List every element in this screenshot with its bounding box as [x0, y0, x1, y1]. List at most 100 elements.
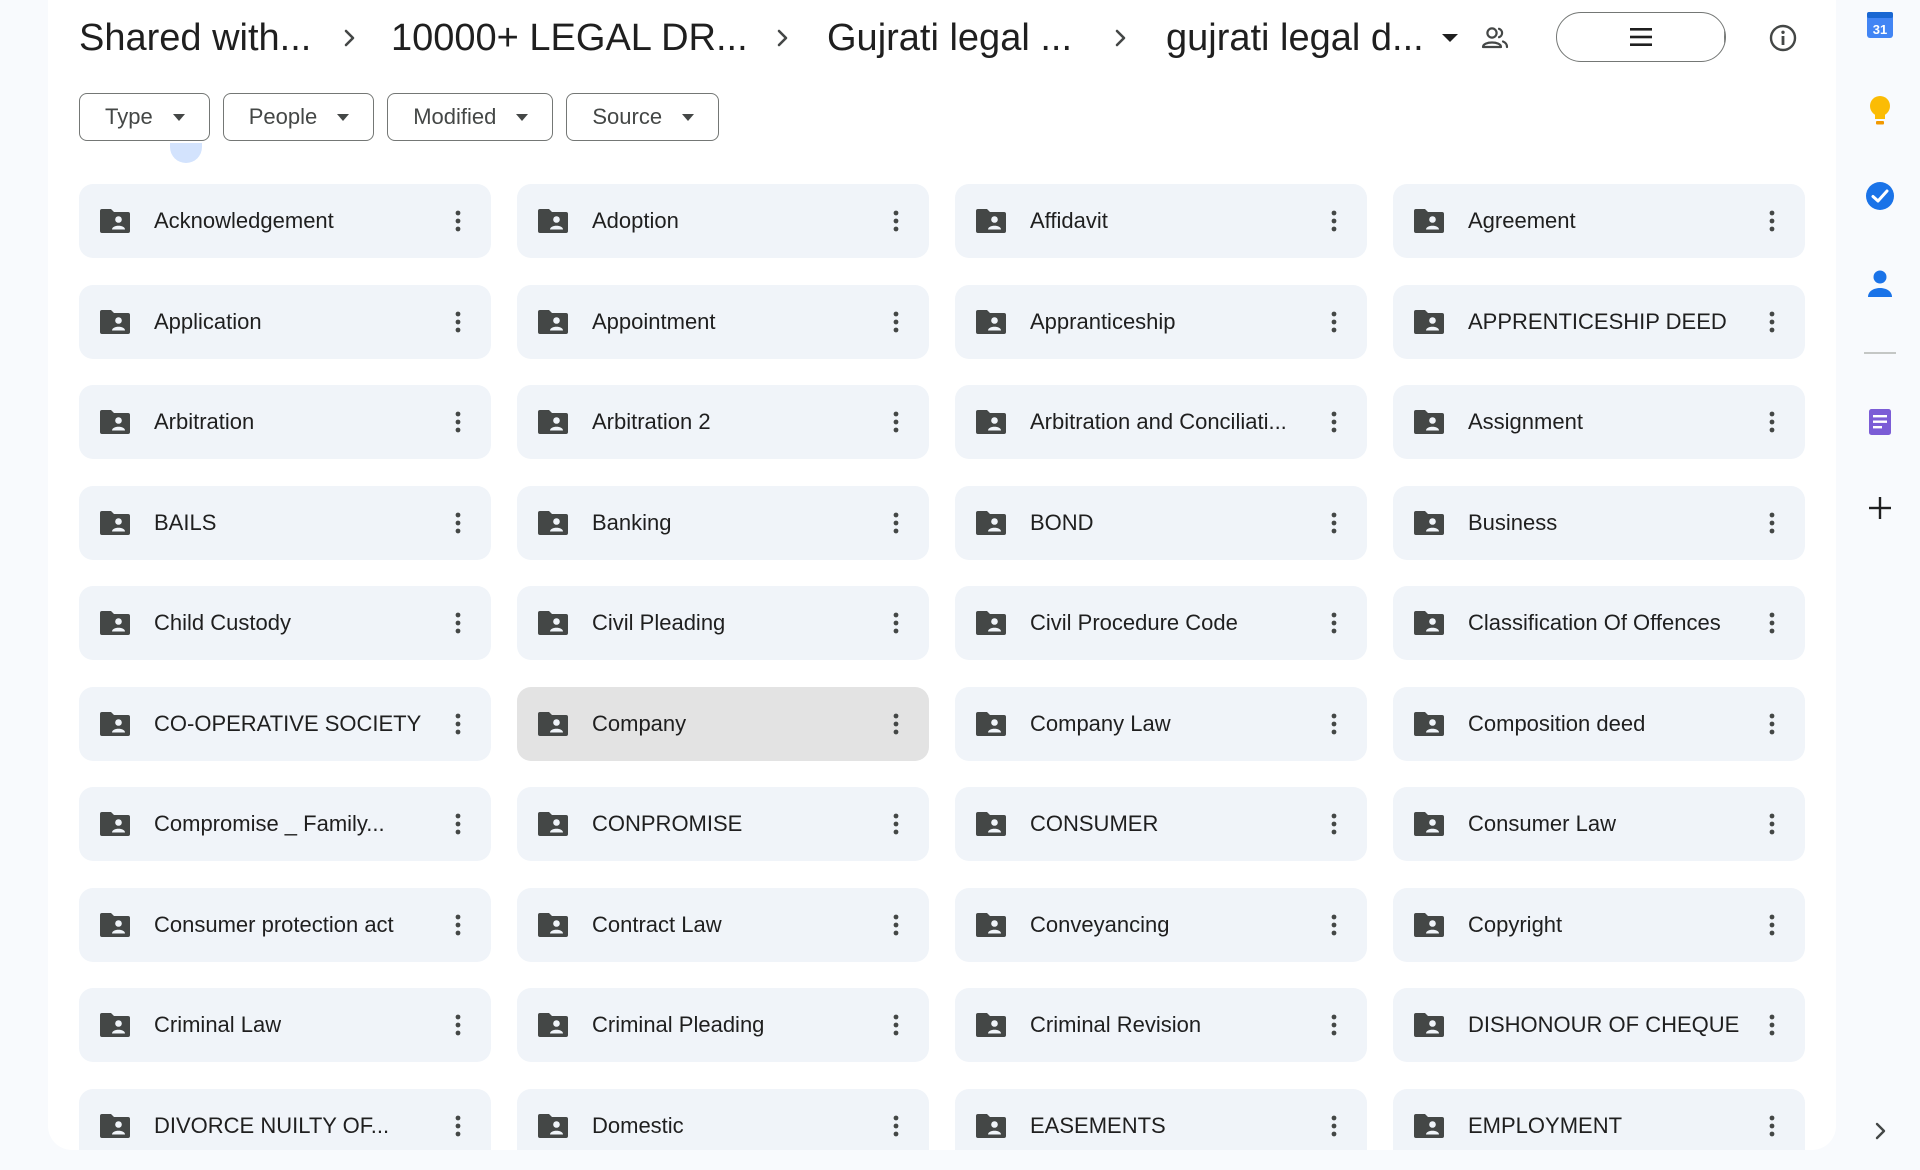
notes-icon[interactable] — [1864, 406, 1896, 438]
more-actions-icon[interactable] — [1319, 1111, 1349, 1141]
more-actions-icon[interactable] — [881, 508, 911, 538]
folder-tile[interactable]: APPRENTICESHIP DEED — [1393, 284, 1805, 359]
folder-tile[interactable]: Civil Procedure Code — [955, 586, 1367, 660]
list-view-button[interactable] — [1557, 13, 1725, 61]
shared-folder-icon — [976, 1013, 1006, 1037]
calendar-icon[interactable]: 31 — [1864, 8, 1896, 40]
folder-tile[interactable]: Business — [1393, 485, 1805, 560]
more-actions-icon[interactable] — [1757, 809, 1787, 839]
more-actions-icon[interactable] — [1757, 709, 1787, 739]
folder-tile[interactable]: Company — [517, 686, 929, 761]
more-actions-icon[interactable] — [1757, 1111, 1787, 1141]
more-actions-icon[interactable] — [881, 709, 911, 739]
more-actions-icon[interactable] — [443, 407, 473, 437]
more-actions-icon[interactable] — [1757, 307, 1787, 337]
more-actions-icon[interactable] — [443, 709, 473, 739]
folder-tile[interactable]: Consumer Law — [1393, 787, 1805, 861]
more-actions-icon[interactable] — [1319, 1010, 1349, 1040]
breadcrumb-item-gujrati-legal[interactable]: Gujrati legal ... — [827, 10, 1072, 66]
contacts-icon[interactable] — [1864, 267, 1896, 299]
more-actions-icon[interactable] — [443, 1111, 473, 1141]
info-icon[interactable] — [1763, 18, 1803, 58]
folder-tile[interactable]: CONSUMER — [955, 787, 1367, 861]
filter-source-chip[interactable]: Source — [566, 93, 720, 141]
folder-tile[interactable]: BAILS — [79, 485, 491, 560]
folder-tile[interactable]: Child Custody — [79, 586, 491, 660]
more-actions-icon[interactable] — [443, 910, 473, 940]
more-actions-icon[interactable] — [443, 608, 473, 638]
more-actions-icon[interactable] — [443, 206, 473, 236]
folder-tile[interactable]: CO-OPERATIVE SOCIETY — [79, 686, 491, 761]
folder-tile[interactable]: Arbitration — [79, 385, 491, 459]
more-actions-icon[interactable] — [443, 307, 473, 337]
folder-tile[interactable]: Assignment — [1393, 385, 1805, 459]
folder-tile[interactable]: Company Law — [955, 686, 1367, 761]
folder-tile[interactable]: DISHONOUR OF CHEQUE — [1393, 988, 1805, 1062]
more-actions-icon[interactable] — [881, 206, 911, 236]
chevron-right-icon[interactable] — [1864, 1115, 1896, 1147]
more-actions-icon[interactable] — [881, 809, 911, 839]
folder-tile[interactable]: Adoption — [517, 184, 929, 258]
more-actions-icon[interactable] — [1757, 910, 1787, 940]
folder-tile[interactable]: Compromise _ Family... — [79, 787, 491, 861]
more-actions-icon[interactable] — [1319, 407, 1349, 437]
more-actions-icon[interactable] — [443, 809, 473, 839]
more-actions-icon[interactable] — [881, 1010, 911, 1040]
folder-tile[interactable]: Banking — [517, 485, 929, 560]
more-actions-icon[interactable] — [1757, 508, 1787, 538]
shared-folder-icon — [538, 611, 568, 635]
folder-tile[interactable]: Composition deed — [1393, 686, 1805, 761]
filter-type-chip[interactable]: Type — [79, 93, 210, 141]
folder-tile[interactable]: Acknowledgement — [79, 184, 491, 258]
more-actions-icon[interactable] — [881, 407, 911, 437]
more-actions-icon[interactable] — [881, 1111, 911, 1141]
more-actions-icon[interactable] — [443, 508, 473, 538]
more-actions-icon[interactable] — [443, 1010, 473, 1040]
folder-tile[interactable]: Application — [79, 284, 491, 359]
more-actions-icon[interactable] — [1319, 608, 1349, 638]
folder-tile[interactable]: Domestic — [517, 1088, 929, 1150]
tasks-icon[interactable] — [1864, 180, 1896, 212]
more-actions-icon[interactable] — [881, 608, 911, 638]
folder-tile[interactable]: DIVORCE NUILTY OF... — [79, 1088, 491, 1150]
folder-tile[interactable]: Copyright — [1393, 887, 1805, 962]
folder-tile[interactable]: CONPROMISE — [517, 787, 929, 861]
folder-tile[interactable]: Appointment — [517, 284, 929, 359]
more-actions-icon[interactable] — [1319, 809, 1349, 839]
folder-tile[interactable]: Civil Pleading — [517, 586, 929, 660]
folder-tile[interactable]: Consumer protection act — [79, 887, 491, 962]
more-actions-icon[interactable] — [1757, 608, 1787, 638]
folder-tile[interactable]: Affidavit — [955, 184, 1367, 258]
folder-tile[interactable]: Arbitration 2 — [517, 385, 929, 459]
folder-tile[interactable]: Classification Of Offences — [1393, 586, 1805, 660]
share-people-icon[interactable] — [1475, 18, 1515, 58]
folder-tile[interactable]: Arbitration and Conciliati... — [955, 385, 1367, 459]
keep-icon[interactable] — [1864, 95, 1896, 127]
more-actions-icon[interactable] — [1319, 508, 1349, 538]
folder-tile[interactable]: Agreement — [1393, 184, 1805, 258]
folder-tile[interactable]: Criminal Law — [79, 988, 491, 1062]
add-icon[interactable] — [1864, 492, 1896, 524]
more-actions-icon[interactable] — [1319, 910, 1349, 940]
breadcrumb-item-shared[interactable]: Shared with... — [79, 10, 311, 66]
more-actions-icon[interactable] — [881, 910, 911, 940]
folder-tile[interactable]: BOND — [955, 485, 1367, 560]
more-actions-icon[interactable] — [1757, 407, 1787, 437]
folder-tile[interactable]: Criminal Pleading — [517, 988, 929, 1062]
breadcrumb-item-legal-drafts[interactable]: 10000+ LEGAL DR... — [391, 10, 748, 66]
folder-tile[interactable]: EASEMENTS — [955, 1088, 1367, 1150]
folder-tile[interactable]: Contract Law — [517, 887, 929, 962]
more-actions-icon[interactable] — [881, 307, 911, 337]
filter-people-chip[interactable]: People — [222, 93, 375, 141]
folder-tile[interactable]: Appranticeship — [955, 284, 1367, 359]
folder-tile[interactable]: Criminal Revision — [955, 988, 1367, 1062]
current-folder-menu[interactable]: gujrati legal d... — [1166, 10, 1460, 66]
more-actions-icon[interactable] — [1757, 1010, 1787, 1040]
folder-tile[interactable]: Conveyancing — [955, 887, 1367, 962]
more-actions-icon[interactable] — [1319, 709, 1349, 739]
more-actions-icon[interactable] — [1319, 206, 1349, 236]
more-actions-icon[interactable] — [1319, 307, 1349, 337]
folder-tile[interactable]: EMPLOYMENT — [1393, 1088, 1805, 1150]
filter-modified-chip[interactable]: Modified — [387, 93, 554, 141]
more-actions-icon[interactable] — [1757, 206, 1787, 236]
